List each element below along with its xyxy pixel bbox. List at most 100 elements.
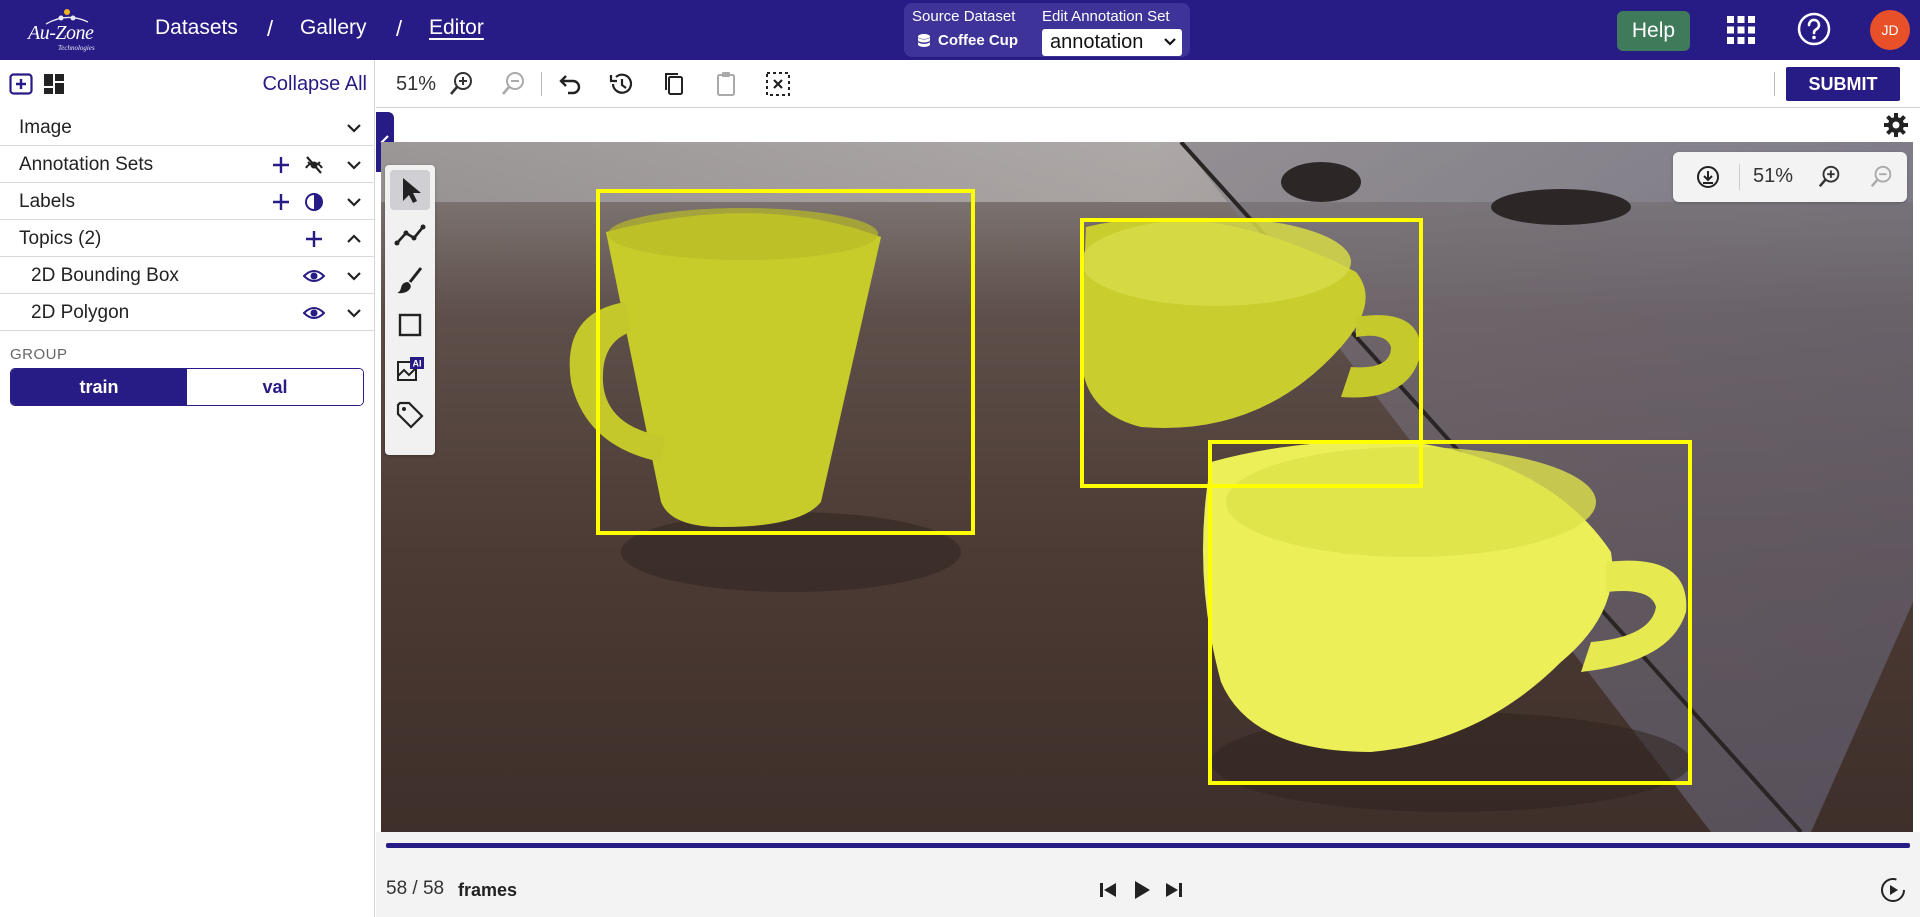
topic-label: 2D Polygon: [31, 302, 130, 323]
bounding-box-annotation[interactable]: [1208, 440, 1692, 785]
section-topics[interactable]: Topics (2): [0, 220, 375, 257]
fit-to-screen-icon[interactable]: [1695, 164, 1721, 190]
section-label: Topics (2): [19, 228, 102, 249]
plus-icon[interactable]: [270, 154, 292, 176]
annotation-set-select[interactable]: annotation: [1042, 29, 1182, 56]
eye-icon[interactable]: [303, 302, 325, 324]
breadcrumb-separator: /: [267, 16, 274, 41]
add-panel-icon[interactable]: [9, 73, 33, 95]
breadcrumb-datasets[interactable]: Datasets: [155, 16, 238, 40]
zoom-level: 51%: [396, 73, 437, 95]
left-panel-header: Collapse All: [0, 60, 375, 108]
question-circle-icon[interactable]: [1797, 12, 1831, 46]
top-bar: Au-Zone Technologies Datasets / Gallery …: [0, 0, 1920, 60]
breadcrumb-editor[interactable]: Editor: [429, 16, 484, 40]
zoom-in-icon[interactable]: [1817, 164, 1843, 190]
frame-progress-bar[interactable]: [386, 843, 1910, 848]
group-label: GROUP: [10, 346, 68, 363]
polyline-icon: [394, 224, 426, 246]
autoplay-icon[interactable]: [1879, 876, 1907, 904]
user-avatar[interactable]: JD: [1870, 10, 1910, 50]
skip-next-icon[interactable]: [1160, 876, 1188, 904]
section-image[interactable]: Image: [0, 109, 375, 146]
skip-previous-icon[interactable]: [1094, 876, 1122, 904]
pointer-icon: [403, 178, 421, 203]
copy-icon[interactable]: [660, 70, 688, 98]
canvas-zoom-level: 51%: [1753, 165, 1794, 187]
chevron-down-icon: [1164, 29, 1176, 56]
source-dataset-value[interactable]: Coffee Cup: [916, 32, 1018, 49]
section-annotation-sets[interactable]: Annotation Sets: [0, 146, 375, 183]
breadcrumb-gallery[interactable]: Gallery: [300, 16, 367, 40]
source-dataset-name: Coffee Cup: [938, 32, 1018, 49]
dataset-info-box: Source Dataset Coffee Cup Edit Annotatio…: [904, 3, 1190, 57]
brush-tool[interactable]: [390, 260, 430, 300]
plus-icon[interactable]: [270, 191, 292, 213]
rectangle-tool[interactable]: [390, 305, 430, 345]
database-icon: [918, 33, 930, 47]
group-toggle: train val: [10, 368, 364, 406]
chevron-up-icon[interactable]: [343, 228, 365, 250]
settings-gear-icon[interactable]: [1883, 112, 1909, 138]
apps-grid-icon[interactable]: [1726, 15, 1756, 45]
paste-icon[interactable]: [712, 70, 740, 98]
image-canvas[interactable]: [381, 142, 1913, 832]
rectangle-icon: [398, 313, 422, 337]
visibility-off-icon[interactable]: [303, 154, 325, 176]
ai-image-icon: AI: [397, 357, 424, 381]
section-label: Image: [19, 117, 72, 138]
chevron-down-icon[interactable]: [343, 154, 365, 176]
collapse-all-button[interactable]: Collapse All: [262, 73, 367, 96]
au-zone-logo[interactable]: Au-Zone Technologies: [24, 6, 104, 54]
bounding-box-annotation[interactable]: [596, 189, 975, 535]
select-tool[interactable]: [390, 170, 430, 210]
chevron-down-icon[interactable]: [343, 302, 365, 324]
help-button[interactable]: Help: [1617, 11, 1690, 51]
zoom-divider: [1739, 164, 1740, 190]
toolbar-divider: [1774, 72, 1775, 96]
deselect-icon[interactable]: [764, 70, 792, 98]
submit-button[interactable]: SUBMIT: [1786, 67, 1900, 101]
topic-label: 2D Bounding Box: [31, 265, 179, 286]
history-icon[interactable]: [608, 70, 636, 98]
frames-label: frames: [458, 880, 518, 900]
group-option-val[interactable]: val: [187, 369, 363, 405]
edit-annotation-label: Edit Annotation Set: [1042, 8, 1170, 25]
undo-icon[interactable]: [556, 70, 584, 98]
play-icon[interactable]: [1127, 876, 1155, 904]
tag-icon: [396, 401, 424, 429]
zoom-out-icon[interactable]: [1869, 164, 1895, 190]
group-option-train[interactable]: train: [11, 369, 187, 405]
dashboard-layout-icon[interactable]: [43, 73, 65, 95]
annotation-set-value: annotation: [1050, 31, 1144, 53]
tool-palette: AI: [385, 165, 435, 455]
brush-icon: [397, 267, 423, 294]
section-label: Labels: [19, 191, 75, 212]
topic-2d-polygon[interactable]: 2D Polygon: [0, 294, 375, 331]
svg-text:AI: AI: [413, 359, 422, 369]
source-dataset-label: Source Dataset: [912, 8, 1016, 25]
logo-text: Au-Zone: [28, 22, 94, 44]
topic-2d-bounding-box[interactable]: 2D Bounding Box: [0, 257, 375, 294]
ai-annotate-tool[interactable]: AI: [390, 350, 430, 390]
left-panel: Collapse All Image Annotation Sets Label…: [0, 60, 375, 917]
editor-toolbar: 51% SUBMIT: [376, 60, 1920, 108]
timeline-bar: 58 / 58 frames: [376, 832, 1920, 917]
section-label: Annotation Sets: [19, 154, 154, 175]
breadcrumb-separator: /: [396, 16, 403, 41]
eye-icon[interactable]: [303, 265, 325, 287]
tag-tool[interactable]: [390, 395, 430, 435]
zoom-in-icon[interactable]: [448, 70, 476, 98]
zoom-out-icon[interactable]: [500, 70, 528, 98]
polyline-tool[interactable]: [390, 215, 430, 255]
chevron-down-icon[interactable]: [343, 117, 365, 139]
logo-subtext: Technologies: [58, 44, 95, 52]
canvas-zoom-controls: 51%: [1673, 152, 1907, 202]
toolbar-divider: [541, 72, 542, 96]
frame-count: 58 / 58: [386, 878, 445, 899]
section-labels[interactable]: Labels: [0, 183, 375, 220]
chevron-down-icon[interactable]: [343, 265, 365, 287]
plus-icon[interactable]: [303, 228, 325, 250]
contrast-icon[interactable]: [303, 191, 325, 213]
chevron-down-icon[interactable]: [343, 191, 365, 213]
